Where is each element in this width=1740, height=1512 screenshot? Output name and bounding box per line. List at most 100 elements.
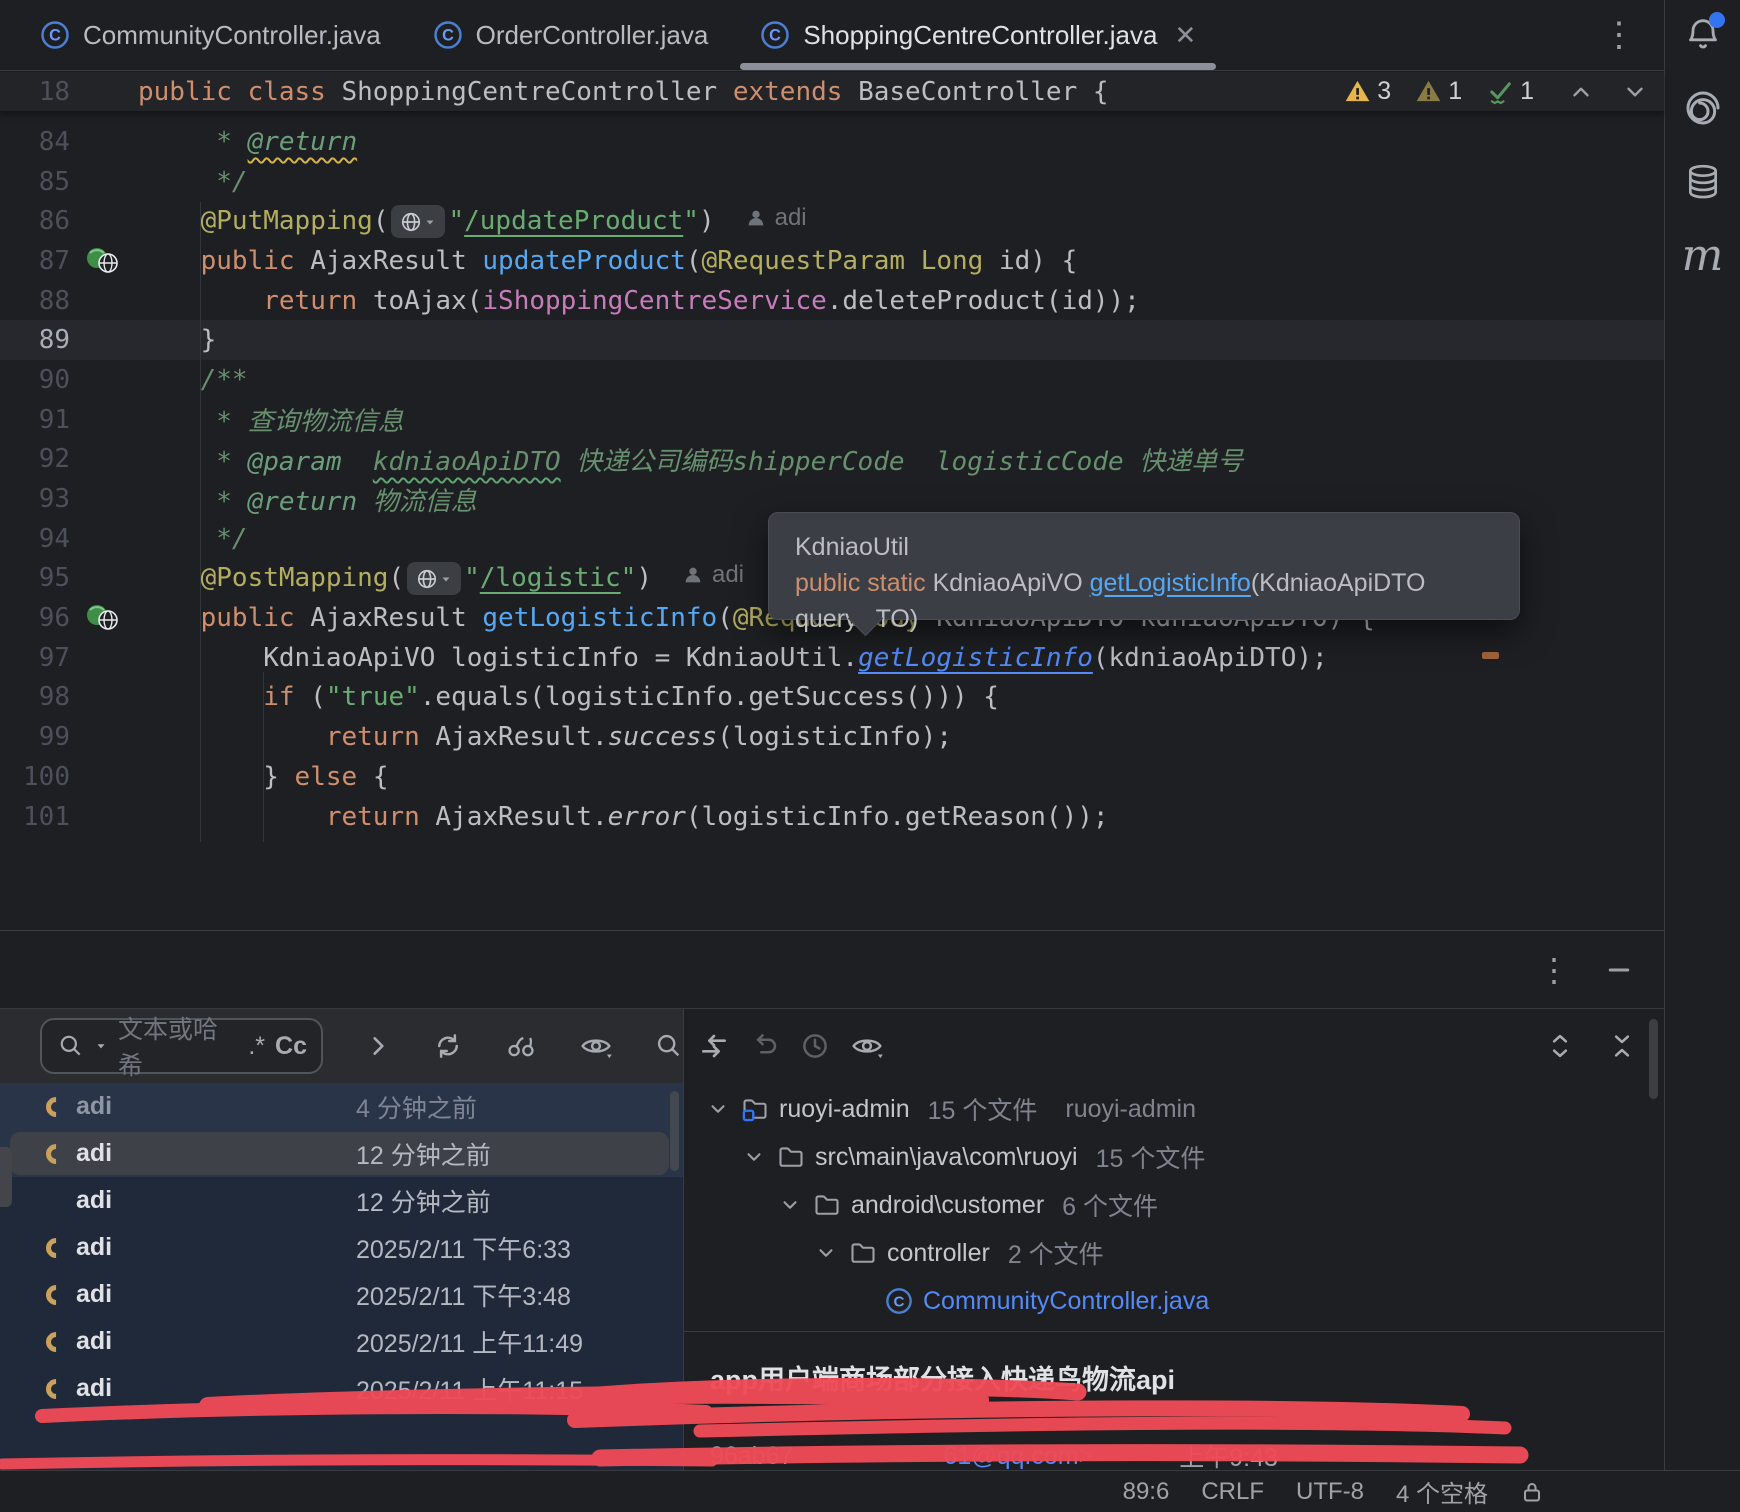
indent-guide [200, 202, 201, 842]
left-stripe-handle[interactable] [0, 1147, 12, 1207]
commit-row[interactable]: adi2025/2/11 上午11:49 [0, 1318, 683, 1365]
commit-message-area: app用户端商场部分接入快递鸟物流api 96ab67 61@qq.com> 上… [684, 1332, 1664, 1397]
eye-filter-icon[interactable] [579, 1031, 613, 1061]
line-number: 97 [0, 643, 70, 673]
commit-time: 上午9:43 [1179, 1438, 1278, 1474]
code-line[interactable]: 90 /** [0, 360, 1664, 400]
code-line[interactable]: 84 * @return [0, 122, 1664, 162]
expand-all-icon[interactable] [1546, 1031, 1574, 1061]
code-line[interactable]: 100 } else { [0, 757, 1664, 797]
tree-row[interactable]: ruoyi-admin15 个文件ruoyi-admin [684, 1085, 1664, 1133]
search-icon [58, 1033, 84, 1059]
class-icon: C [760, 20, 790, 50]
chevron-down-icon[interactable] [705, 1098, 731, 1120]
code-line[interactable]: 87 public AjaxResult updateProduct(@Requ… [0, 241, 1664, 281]
ok-checks-count[interactable]: 1 [1486, 77, 1534, 106]
status-caret-position[interactable]: 89:6 [1123, 1478, 1170, 1506]
compare-icon[interactable] [698, 1030, 730, 1062]
line-number: 85 [0, 167, 70, 197]
history-icon[interactable] [800, 1031, 830, 1061]
commit-row[interactable]: adi4 分钟之前 [0, 1083, 683, 1130]
line-number: 99 [0, 722, 70, 752]
code-line[interactable]: 97 KdniaoApiVO logisticInfo = KdniaoUtil… [0, 638, 1664, 678]
weak-warnings-count[interactable]: 1 [1415, 77, 1462, 106]
editor-tab[interactable]: CCommunityController.java [14, 0, 407, 70]
ai-assistant-icon[interactable] [1681, 86, 1725, 130]
commit-author-email[interactable]: 61@qq.com> [943, 1442, 1093, 1471]
inspections-widget[interactable]: 311 [1344, 72, 1648, 111]
inline-url-chip[interactable] [391, 205, 445, 238]
code-line[interactable]: 98 if ("true".equals(logisticInfo.getSuc… [0, 678, 1664, 718]
chevron-down-icon[interactable] [813, 1242, 839, 1264]
notifications-icon[interactable] [1681, 12, 1725, 56]
details-scrollbar[interactable] [1649, 1019, 1658, 1099]
tree-row[interactable]: src\main\java\com\ruoyi15 个文件 [684, 1133, 1664, 1181]
error-stripe-mark[interactable] [1482, 652, 1499, 659]
code-line[interactable]: 101 return AjaxResult.error(logisticInfo… [0, 797, 1664, 837]
changed-files-tree[interactable]: ruoyi-admin15 个文件ruoyi-adminsrc\main\jav… [684, 1083, 1664, 1325]
code-line[interactable]: 92 * @param kdniaoApiDTO 快递公司编码shipperCo… [0, 440, 1664, 480]
gutter-icon-area [70, 797, 138, 837]
next-problem-icon[interactable] [1622, 79, 1648, 105]
code-line[interactable]: 85 */ [0, 162, 1664, 202]
commit-row[interactable]: adi2025/2/11 下午3:48 [0, 1271, 683, 1318]
gutter-icon-area [70, 638, 138, 678]
commit-hash[interactable]: 96ab67 [710, 1442, 793, 1471]
chevron-down-icon[interactable] [741, 1146, 767, 1168]
code-editor[interactable]: 18 public class ShoppingCentreController… [0, 72, 1664, 930]
undo-icon[interactable] [750, 1031, 780, 1061]
editor-tab-bar: CCommunityController.javaCOrderControlle… [0, 0, 1664, 71]
code-line[interactable]: 86 @PutMapping("/updateProduct")adi [0, 201, 1664, 241]
log-search-field[interactable]: 文本或哈希 .* Cc [40, 1018, 323, 1074]
branches-icon[interactable] [505, 1031, 537, 1061]
commit-row[interactable]: adi2025/2/11 上午11:15 [0, 1365, 683, 1412]
database-icon[interactable] [1681, 160, 1725, 204]
expand-search-icon[interactable] [365, 1033, 391, 1059]
inline-url-chip[interactable] [407, 562, 461, 595]
commit-date: 2025/2/11 上午11:49 [356, 1324, 583, 1360]
match-case-toggle[interactable]: Cc [275, 1032, 307, 1061]
commit-row[interactable]: adi12 分钟之前 [0, 1177, 683, 1224]
commit-row[interactable]: adi12 分钟之前 [0, 1130, 683, 1177]
url-mapping-gutter-icon[interactable] [84, 604, 124, 632]
code-line[interactable]: 88 return toAjax(iShoppingCentreService.… [0, 281, 1664, 321]
previous-problem-icon[interactable] [1568, 79, 1594, 105]
preview-diff-icon[interactable] [850, 1031, 884, 1061]
status-encoding[interactable]: UTF-8 [1296, 1478, 1364, 1506]
commit-list[interactable]: adi4 分钟之前adi12 分钟之前adi12 分钟之前adi2025/2/1… [0, 1083, 683, 1470]
code-line[interactable]: 89 } [0, 320, 1664, 360]
refresh-icon[interactable] [433, 1031, 463, 1061]
tree-row[interactable]: controller2 个文件 [684, 1229, 1664, 1277]
maven-icon[interactable]: m [1681, 234, 1725, 278]
collapse-all-icon[interactable] [1608, 1031, 1636, 1061]
editor-tab-active[interactable]: CShoppingCentreController.java✕ [734, 0, 1222, 70]
ide-window: CCommunityController.javaCOrderControlle… [0, 0, 1740, 1512]
status-indent-setting[interactable]: 4 个空格 [1396, 1474, 1488, 1509]
gutter-icon-area [70, 241, 138, 281]
tree-row[interactable]: CCommunityController.java [684, 1277, 1664, 1325]
go-to-hash-icon[interactable] [655, 1032, 683, 1060]
url-mapping-gutter-icon[interactable] [84, 247, 124, 275]
code-line-text: * @param kdniaoApiDTO 快递公司编码shipperCode … [138, 441, 1243, 478]
commit-date: 2025/2/11 上午11:15 [356, 1371, 583, 1407]
tab-list-menu-icon[interactable]: ⋮ [1602, 18, 1636, 52]
tool-window-options-icon[interactable]: ⋮ [1538, 951, 1570, 989]
code-line[interactable]: 91 * 查询物流信息 [0, 400, 1664, 440]
tree-row[interactable]: android\customer6 个文件 [684, 1181, 1664, 1229]
readonly-lock-icon[interactable] [1520, 1479, 1544, 1505]
regex-toggle[interactable]: .* [248, 1032, 265, 1061]
hide-tool-window-icon[interactable] [1604, 955, 1634, 985]
commit-author: adi [76, 1186, 112, 1215]
code-line[interactable]: 99 return AjaxResult.success(logisticInf… [0, 717, 1664, 757]
file-count: 6 个文件 [1062, 1187, 1158, 1223]
person-icon [745, 207, 767, 229]
class-icon: C [885, 1287, 913, 1315]
gutter-icon-area [70, 320, 138, 360]
close-tab-icon[interactable]: ✕ [1174, 20, 1196, 51]
editor-tab[interactable]: COrderController.java [407, 0, 735, 70]
commit-row[interactable]: adi2025/2/11 下午6:33 [0, 1224, 683, 1271]
chevron-down-icon[interactable] [777, 1194, 803, 1216]
warnings-count[interactable]: 3 [1344, 77, 1391, 106]
line-number: 98 [0, 682, 70, 712]
status-line-ending[interactable]: CRLF [1201, 1478, 1264, 1506]
